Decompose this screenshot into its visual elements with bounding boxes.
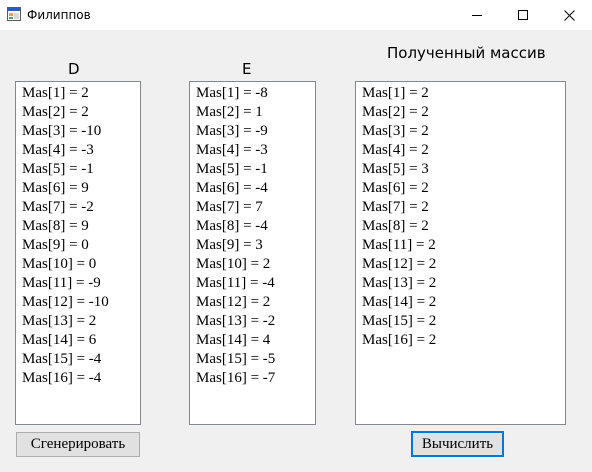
listbox-result[interactable]: Mas[1] = 2 Mas[2] = 2 Mas[3] = 2 Mas[4] = 2… bbox=[355, 81, 566, 425]
compute-button[interactable]: Вычислить bbox=[411, 431, 504, 457]
window-title: Филиппов bbox=[27, 8, 91, 22]
list-item[interactable]: Mas[7] = 7 bbox=[196, 198, 315, 217]
list-item[interactable]: Mas[11] = -4 bbox=[196, 274, 315, 293]
list-item[interactable]: Mas[1] = 2 bbox=[22, 84, 140, 103]
close-icon bbox=[563, 9, 575, 21]
list-item[interactable]: Mas[4] = -3 bbox=[22, 141, 140, 160]
list-item[interactable]: Mas[15] = -4 bbox=[22, 350, 140, 369]
windows-form-icon bbox=[7, 7, 21, 21]
list-item[interactable]: Mas[3] = -10 bbox=[22, 122, 140, 141]
list-item[interactable]: Mas[12] = 2 bbox=[196, 293, 315, 312]
listbox-e[interactable]: Mas[1] = -8 Mas[2] = 1 Mas[3] = -9 Mas[4] =… bbox=[189, 81, 316, 425]
list-item[interactable]: Mas[13] = -2 bbox=[196, 312, 315, 331]
list-item[interactable]: Mas[11] = 2 bbox=[362, 236, 565, 255]
list-item[interactable]: Mas[7] = 2 bbox=[362, 198, 565, 217]
list-item[interactable]: Mas[12] = -10 bbox=[22, 293, 140, 312]
list-item[interactable]: Mas[15] = 2 bbox=[362, 312, 565, 331]
list-item[interactable]: Mas[12] = 2 bbox=[362, 255, 565, 274]
list-item[interactable]: Mas[4] = 2 bbox=[362, 141, 565, 160]
list-item[interactable]: Mas[9] = 3 bbox=[196, 236, 315, 255]
list-item[interactable]: Mas[6] = 2 bbox=[362, 179, 565, 198]
list-item[interactable]: Mas[16] = -7 bbox=[196, 369, 315, 388]
maximize-button[interactable] bbox=[500, 0, 546, 30]
list-item[interactable]: Mas[9] = 0 bbox=[22, 236, 140, 255]
list-item[interactable]: Mas[16] = -4 bbox=[22, 369, 140, 388]
list-item[interactable]: Mas[11] = -9 bbox=[22, 274, 140, 293]
list-item[interactable]: Mas[10] = 2 bbox=[196, 255, 315, 274]
list-item[interactable]: Mas[13] = 2 bbox=[22, 312, 140, 331]
list-item[interactable]: Mas[3] = 2 bbox=[362, 122, 565, 141]
label-e: E bbox=[242, 60, 252, 78]
list-item[interactable]: Mas[14] = 2 bbox=[362, 293, 565, 312]
generate-button[interactable]: Сгенерировать bbox=[16, 432, 140, 457]
minimize-button[interactable] bbox=[454, 0, 500, 30]
list-item[interactable]: Mas[5] = 3 bbox=[362, 160, 565, 179]
list-item[interactable]: Mas[8] = -4 bbox=[196, 217, 315, 236]
minimize-icon bbox=[472, 15, 482, 16]
list-item[interactable]: Mas[4] = -3 bbox=[196, 141, 315, 160]
list-item[interactable]: Mas[6] = 9 bbox=[22, 179, 140, 198]
title-bar[interactable]: Филиппов bbox=[0, 0, 592, 30]
list-item[interactable]: Mas[1] = 2 bbox=[362, 84, 565, 103]
list-item[interactable]: Mas[5] = -1 bbox=[22, 160, 140, 179]
list-item[interactable]: Mas[14] = 4 bbox=[196, 331, 315, 350]
list-item[interactable]: Mas[1] = -8 bbox=[196, 84, 315, 103]
list-item[interactable]: Mas[2] = 2 bbox=[362, 103, 565, 122]
list-item[interactable]: Mas[15] = -5 bbox=[196, 350, 315, 369]
list-item[interactable]: Mas[13] = 2 bbox=[362, 274, 565, 293]
list-item[interactable]: Mas[2] = 1 bbox=[196, 103, 315, 122]
list-item[interactable]: Mas[5] = -1 bbox=[196, 160, 315, 179]
list-item[interactable]: Mas[8] = 2 bbox=[362, 217, 565, 236]
list-item[interactable]: Mas[6] = -4 bbox=[196, 179, 315, 198]
list-item[interactable]: Mas[10] = 0 bbox=[22, 255, 140, 274]
maximize-icon bbox=[518, 10, 528, 20]
close-button[interactable] bbox=[546, 0, 592, 30]
list-item[interactable]: Mas[16] = 2 bbox=[362, 331, 565, 350]
label-d: D bbox=[68, 60, 80, 78]
list-item[interactable]: Mas[7] = -2 bbox=[22, 198, 140, 217]
list-item[interactable]: Mas[14] = 6 bbox=[22, 331, 140, 350]
listbox-d[interactable]: Mas[1] = 2 Mas[2] = 2 Mas[3] = -10 Mas[4] =… bbox=[15, 81, 141, 425]
list-item[interactable]: Mas[8] = 9 bbox=[22, 217, 140, 236]
list-item[interactable]: Mas[2] = 2 bbox=[22, 103, 140, 122]
list-item[interactable]: Mas[3] = -9 bbox=[196, 122, 315, 141]
label-result: Полученный массив bbox=[387, 44, 546, 62]
